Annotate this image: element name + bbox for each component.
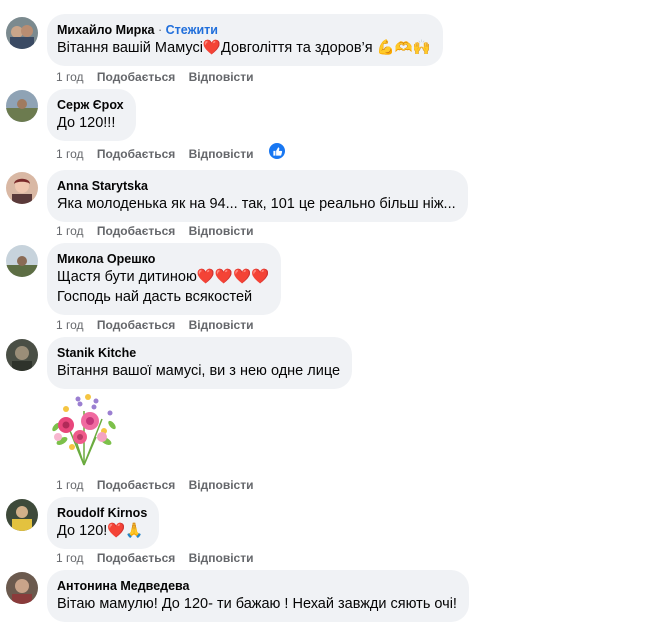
like-button[interactable]: Подобається xyxy=(97,224,175,238)
comment-text-line: Господь най дасть всякостей xyxy=(57,289,253,305)
comment-text: Яка молоденька як на 94... так, 101 це р… xyxy=(57,196,456,212)
avatar[interactable] xyxy=(6,572,38,604)
reply-button[interactable]: Відповісти xyxy=(189,478,254,492)
avatar[interactable] xyxy=(6,339,38,371)
comment-time[interactable]: 1 год xyxy=(56,551,84,565)
avatar[interactable] xyxy=(6,17,38,49)
comment-text: До 120!❤️🙏 xyxy=(57,523,144,539)
comment-actions: 1 год Подобається Відповісти xyxy=(56,317,263,333)
flower-bouquet-sticker[interactable] xyxy=(44,391,124,467)
comment-time[interactable]: 1 год xyxy=(56,70,84,84)
like-button[interactable]: Подобається xyxy=(97,70,175,84)
comment-bubble: Stanik Kitche Вітання вашої мамусі, ви з… xyxy=(47,337,353,389)
comment-actions: 1 год Подобається Відповісти xyxy=(56,69,263,85)
comment-author[interactable]: Roudolf Kirnos xyxy=(57,505,147,521)
comment-text: Вітання вашої мамусі, ви з нею одне лице xyxy=(57,363,341,379)
reply-button[interactable]: Відповісти xyxy=(189,70,254,84)
separator-dot: · xyxy=(158,23,166,37)
comment-text: Вітаю мамулю! До 120- ти бажаю ! Нехай з… xyxy=(57,596,457,612)
comment-actions: 1 год Подобається Відповісти xyxy=(56,550,263,566)
like-button[interactable]: Подобається xyxy=(97,551,175,565)
comment-time[interactable]: 1 год xyxy=(56,478,84,492)
like-icon[interactable] xyxy=(268,142,286,160)
comment-author[interactable]: Микола Орешко xyxy=(57,251,269,267)
comment-bubble: Anna Starytska Яка молоденька як на 94..… xyxy=(47,170,468,222)
like-button[interactable]: Подобається xyxy=(97,147,175,161)
comment-time[interactable]: 1 год xyxy=(56,224,84,238)
comment-actions: 1 год Подобається Відповісти xyxy=(56,146,263,162)
reply-button[interactable]: Відповісти xyxy=(189,318,254,332)
comment-author[interactable]: Anna Starytska xyxy=(57,178,456,194)
avatar[interactable] xyxy=(6,245,38,277)
comment-bubble: Roudolf Kirnos До 120!❤️🙏 xyxy=(47,497,160,549)
comment-actions: 1 год Подобається Відповісти xyxy=(56,477,263,493)
like-button[interactable]: Подобається xyxy=(97,478,175,492)
comment-author[interactable]: Антонина Медведева xyxy=(57,578,457,594)
comment-author[interactable]: Серж Єрох xyxy=(57,97,124,113)
avatar[interactable] xyxy=(6,499,38,531)
like-button[interactable]: Подобається xyxy=(97,318,175,332)
comment-text-line: Щастя бути дитиною❤️❤️❤️❤️ xyxy=(57,269,270,285)
comment-time[interactable]: 1 год xyxy=(56,318,84,332)
comment-bubble: Антонина Медведева Вітаю мамулю! До 120-… xyxy=(47,570,469,622)
comment-time[interactable]: 1 год xyxy=(56,147,84,161)
reply-button[interactable]: Відповісти xyxy=(189,147,254,161)
comment-bubble: Михайло Мирка · Стежити Вітання вашій Ма… xyxy=(47,14,443,66)
comment-bubble: Серж Єрох До 120!!! xyxy=(47,89,136,141)
reply-button[interactable]: Відповісти xyxy=(189,224,254,238)
comment-text: Вітання вашій Мамусі❤️Довголіття та здор… xyxy=(57,40,431,56)
avatar[interactable] xyxy=(6,90,38,122)
comment-author[interactable]: Михайло Мирка xyxy=(57,23,155,37)
comment-actions: 1 год Подобається Відповісти xyxy=(56,223,263,239)
comment-text: До 120!!! xyxy=(57,115,116,131)
avatar[interactable] xyxy=(6,172,38,204)
reply-button[interactable]: Відповісти xyxy=(189,551,254,565)
follow-button[interactable]: Стежити xyxy=(166,23,218,37)
comment-author[interactable]: Stanik Kitche xyxy=(57,345,340,361)
comment-bubble: Микола Орешко Щастя бути дитиною❤️❤️❤️❤️… xyxy=(47,243,282,315)
